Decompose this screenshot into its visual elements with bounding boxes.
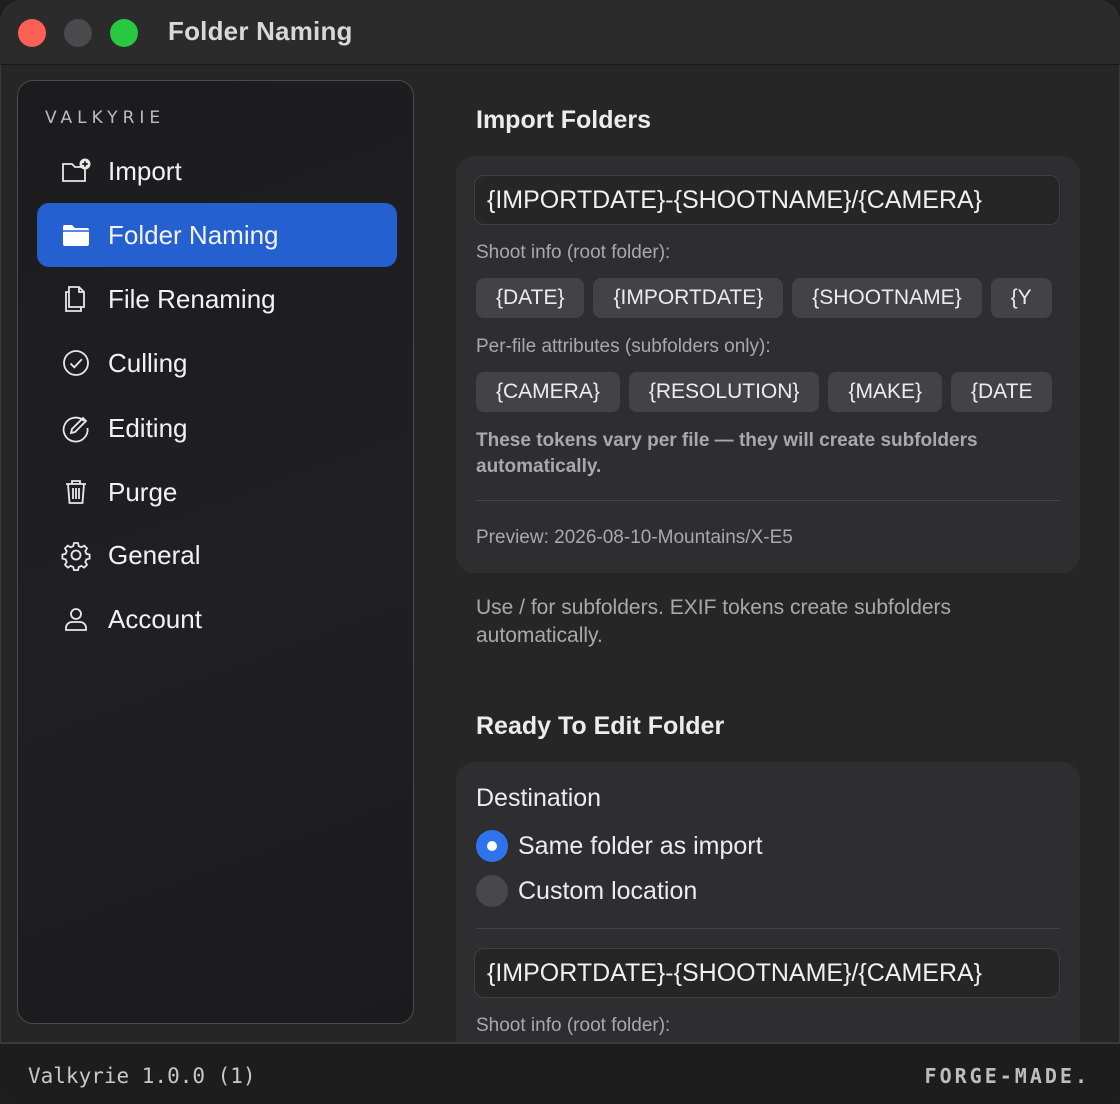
token-shootname[interactable]: {SHOOTNAME} [792,278,982,318]
documents-icon [59,282,93,316]
app-window: Folder Naming VALKYRIE Import Folder Nam… [0,0,1120,1104]
token-make[interactable]: {MAKE} [828,372,942,412]
token-importdate[interactable]: {IMPORTDATE} [593,278,784,318]
import-pattern-field[interactable]: {IMPORTDATE}-{SHOOTNAME}/{CAMERA} [474,175,1060,225]
sidebar-item-folder-naming[interactable]: Folder Naming [37,203,397,267]
card-divider [476,500,1060,501]
sidebar-item-label: Editing [108,412,188,443]
ready-pattern-field[interactable]: {IMPORTDATE}-{SHOOTNAME}/{CAMERA} [474,948,1060,998]
footer-bar: Valkyrie 1.0.0 (1) FORGE-MADE. [0,1042,1120,1104]
shoot-info-label: Shoot info (root folder): [476,242,671,263]
sidebar-item-label: Import [108,155,182,186]
maker-logo: FORGE-MADE. [924,1064,1090,1088]
sidebar-item-label: Folder Naming [108,219,279,250]
gear-icon [59,538,93,572]
per-file-token-row: {CAMERA} {RESOLUTION} {MAKE} {DATE [476,372,1060,412]
token-year[interactable]: {Y [990,278,1052,318]
token-resolution[interactable]: {RESOLUTION} [628,372,820,412]
sidebar-item-general[interactable]: General [37,523,397,587]
person-icon [59,602,93,636]
radio-unselected-icon[interactable] [476,875,508,907]
title-bar: Folder Naming [0,0,1120,65]
token-date[interactable]: {DATE} [476,278,585,318]
radio-selected-icon[interactable] [476,830,508,862]
sidebar-item-editing[interactable]: Editing [37,396,397,460]
token-date-taken[interactable]: {DATE [950,372,1053,412]
sidebar-item-account[interactable]: Account [37,587,397,651]
window-title: Folder Naming [168,16,353,46]
version-label: Valkyrie 1.0.0 (1) [28,1064,256,1088]
trash-icon [59,475,93,509]
ready-to-edit-card: Destination Same folder as import Custom… [456,762,1080,1042]
sidebar-item-label: Purge [108,476,178,507]
main-content[interactable]: Import Folders {IMPORTDATE}-{SHOOTNAME}/… [436,64,1120,1042]
brand-label: VALKYRIE [45,108,166,128]
section-title-ready-to-edit: Ready To Edit Folder [476,712,725,740]
edit-circle-icon [59,411,93,445]
import-help-text: Use / for subfolders. EXIF tokens create… [476,596,952,647]
sidebar-item-label: Culling [108,347,188,378]
import-folders-card: {IMPORTDATE}-{SHOOTNAME}/{CAMERA} Shoot … [456,156,1080,573]
checkmark-circle-icon [59,346,93,380]
folder-icon [59,218,93,252]
sidebar: VALKYRIE Import Folder Naming File Renam… [17,80,414,1024]
card-divider [476,928,1060,929]
radio-label: Custom location [518,876,698,905]
minimize-window-button[interactable] [64,19,92,47]
sidebar-item-label: File Renaming [108,283,276,314]
per-file-label: Per-file attributes (subfolders only): [476,336,771,357]
radio-custom-location[interactable]: Custom location [476,875,697,907]
zoom-window-button[interactable] [110,19,138,47]
radio-label: Same folder as import [518,831,763,860]
folder-plus-icon [59,154,93,188]
sidebar-item-import[interactable]: Import [37,139,397,203]
sidebar-item-file-renaming[interactable]: File Renaming [37,267,397,331]
section-title-import-folders: Import Folders [476,106,652,134]
shoot-info-label: Shoot info (root folder): [476,1015,671,1036]
sidebar-item-purge[interactable]: Purge [37,460,397,524]
per-file-note: These tokens vary per file — they will c… [476,430,978,477]
close-window-button[interactable] [18,19,46,47]
token-camera[interactable]: {CAMERA} [476,372,620,412]
shoot-token-row: {DATE} {IMPORTDATE} {SHOOTNAME} {Y [476,278,1060,318]
radio-same-folder[interactable]: Same folder as import [476,830,763,862]
destination-label: Destination [476,784,602,812]
sidebar-item-culling[interactable]: Culling [37,331,397,395]
sidebar-item-label: Account [108,603,202,634]
preview-text: Preview: 2026-08-10-Mountains/X-E5 [476,527,793,548]
sidebar-item-label: General [108,539,201,570]
